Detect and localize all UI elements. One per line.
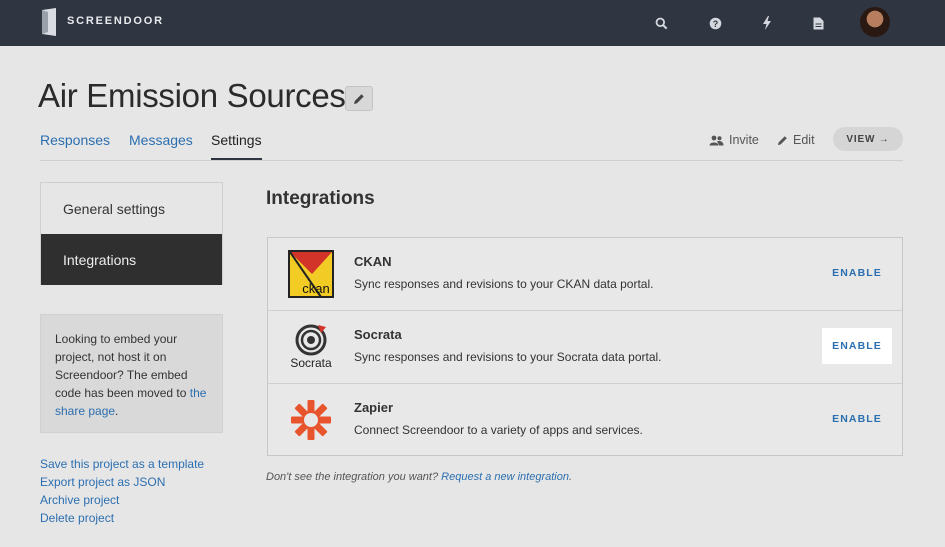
enable-ckan-button[interactable]: ENABLE xyxy=(822,255,892,291)
view-button[interactable]: VIEW → xyxy=(833,127,903,151)
section-title: Integrations xyxy=(266,188,375,209)
invite-label: Invite xyxy=(729,133,759,147)
invite-button[interactable]: Invite xyxy=(709,133,759,147)
top-navigation-bar: SCREENDOOR ? xyxy=(0,0,945,46)
settings-sidebar-nav: General settings Integrations xyxy=(40,182,223,285)
export-json-link[interactable]: Export project as JSON xyxy=(40,473,204,491)
socrata-logo-icon: Socrata xyxy=(290,324,332,370)
zapier-logo-icon xyxy=(291,400,331,440)
tab-responses[interactable]: Responses xyxy=(40,132,110,148)
integration-row-socrata: Socrata Socrata Sync responses and revis… xyxy=(268,311,902,384)
ckan-logo-text: ckan xyxy=(302,281,329,296)
ckan-logo-icon: ckan xyxy=(288,250,334,298)
archive-project-link[interactable]: Archive project xyxy=(40,491,204,509)
integration-row-zapier: Zapier Connect Screendoor to a variety o… xyxy=(268,384,902,455)
pencil-icon xyxy=(354,93,364,104)
edit-title-button[interactable] xyxy=(345,86,373,111)
embed-notice-text: Looking to embed your project, not host … xyxy=(55,332,188,400)
integration-name: Socrata xyxy=(354,327,402,342)
integration-request-note: Don't see the integration you want? Requ… xyxy=(266,471,572,483)
tab-messages[interactable]: Messages xyxy=(129,132,193,148)
enable-socrata-button[interactable]: ENABLE xyxy=(822,328,892,364)
screendoor-logo-icon[interactable] xyxy=(40,8,58,36)
pencil-icon xyxy=(777,135,787,145)
save-as-template-link[interactable]: Save this project as a template xyxy=(40,455,204,473)
edit-button[interactable]: Edit xyxy=(777,133,815,147)
integration-row-ckan: ckan CKAN Sync responses and revisions t… xyxy=(268,238,902,311)
footnote-text: Don't see the integration you want? xyxy=(266,471,439,483)
enable-zapier-button[interactable]: ENABLE xyxy=(822,401,892,437)
svg-text:?: ? xyxy=(712,19,718,29)
integration-description: Sync responses and revisions to your CKA… xyxy=(354,277,654,291)
footnote-end: . xyxy=(568,471,573,483)
request-integration-link[interactable]: Request a new integration xyxy=(441,471,569,483)
sidebar-item-general-settings[interactable]: General settings xyxy=(41,183,222,234)
project-tabs: Responses Messages Settings xyxy=(40,131,903,161)
integration-name: CKAN xyxy=(354,254,392,269)
search-icon[interactable] xyxy=(652,14,670,32)
sidebar-item-integrations[interactable]: Integrations xyxy=(41,234,222,285)
embed-notice: Looking to embed your project, not host … xyxy=(40,314,223,433)
integration-description: Connect Screendoor to a variety of apps … xyxy=(354,423,643,437)
project-actions: Save this project as a template Export p… xyxy=(40,455,204,527)
page-title: Air Emission Sources xyxy=(38,77,346,114)
integrations-list: ckan CKAN Sync responses and revisions t… xyxy=(267,237,903,456)
user-avatar[interactable] xyxy=(860,7,890,37)
document-icon[interactable] xyxy=(809,14,827,32)
embed-notice-end: . xyxy=(115,404,119,418)
users-icon xyxy=(709,135,724,145)
help-icon[interactable]: ? xyxy=(706,14,724,32)
bolt-icon[interactable] xyxy=(758,14,776,32)
brand-name[interactable]: SCREENDOOR xyxy=(67,15,164,27)
tab-settings[interactable]: Settings xyxy=(211,132,262,160)
integration-description: Sync responses and revisions to your Soc… xyxy=(354,350,662,364)
socrata-logo-text: Socrata xyxy=(290,356,332,370)
delete-project-link[interactable]: Delete project xyxy=(40,509,204,527)
edit-label: Edit xyxy=(793,133,815,147)
integration-name: Zapier xyxy=(354,400,394,415)
